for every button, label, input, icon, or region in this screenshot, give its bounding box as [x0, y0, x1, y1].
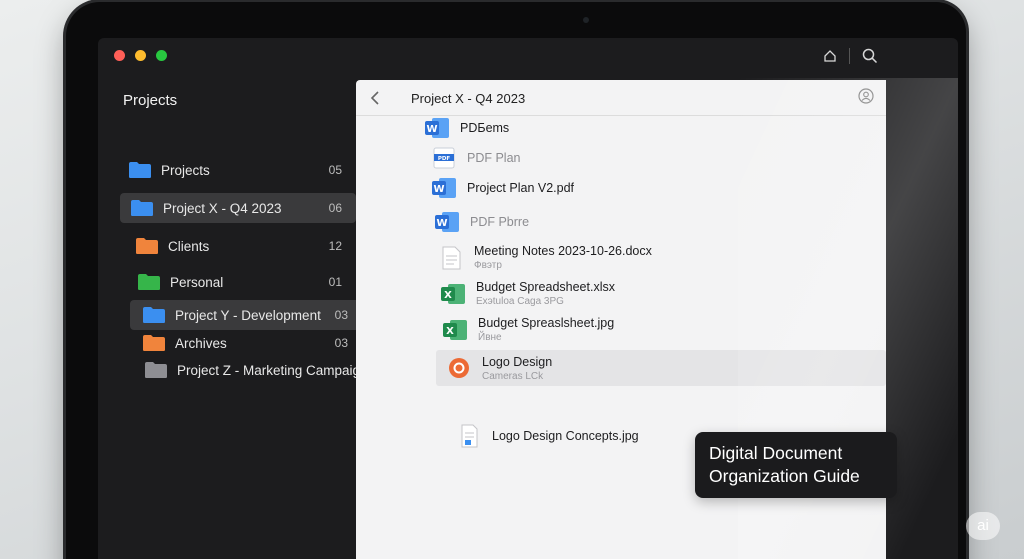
sidebar-item-clients[interactable]: Clients 12	[135, 231, 356, 261]
file-subtitle: Cameras LCk	[482, 370, 544, 382]
file-name: Budget Spreadsheet.xlsx	[476, 280, 615, 294]
file-name: Project Plan V2.pdf	[467, 181, 575, 195]
svg-text:W: W	[436, 218, 447, 229]
sidebar-item-label: Project Y - Development	[175, 307, 321, 323]
list-item[interactable]: X Budget Spreaslsheet.jpg Йвнe	[442, 316, 614, 343]
list-item[interactable]: W Project Plan V2.pdf	[431, 176, 574, 200]
blue-folder-icon	[129, 162, 151, 178]
sidebar-item-project-x[interactable]: Project X - Q4 2023 06	[120, 193, 356, 223]
list-item[interactable]: Logo Design Concepts.jpg	[456, 424, 639, 448]
sidebar-item-project-z[interactable]: Project Z - Marketing Campaign	[144, 355, 374, 385]
sidebar-item-label: Archives	[175, 335, 227, 351]
file-name: PDБems	[460, 121, 510, 135]
close-window-button[interactable]	[114, 50, 125, 61]
list-item[interactable]: X Budget Spreadsheet.xlsx Exэtuloa Caga …	[440, 280, 615, 307]
blue-folder-icon	[131, 200, 153, 216]
file-subtitle: Фвэтр	[474, 260, 502, 271]
sidebar-item-personal[interactable]: Personal 01	[137, 267, 356, 297]
logo-design-icon	[449, 358, 469, 378]
svg-text:PDF: PDF	[438, 156, 451, 162]
document-icon	[442, 246, 461, 269]
toolbar-icons	[823, 48, 878, 64]
ai-badge: ai	[966, 512, 1000, 540]
file-name: Meeting Notes 2023-10-26.docx	[474, 244, 652, 258]
word-icon: W	[435, 212, 459, 232]
guide-caption-line: Organization Guide	[709, 466, 860, 486]
chevron-left-icon[interactable]	[370, 90, 380, 111]
list-item[interactable]: W PDF Pbrre	[434, 210, 529, 234]
svg-text:X: X	[444, 290, 452, 301]
file-name: Budget Spreaslsheet.jpg	[478, 316, 615, 330]
list-item[interactable]: W PDБems	[424, 116, 509, 140]
sidebar-item-count: 12	[328, 239, 342, 253]
sidebar-item-count: 01	[328, 275, 342, 289]
orange-folder-icon	[143, 335, 165, 351]
pdf-icon: PDF	[433, 147, 455, 169]
file-name: Logo Design Concepts.jpg	[492, 429, 639, 443]
sidebar-item-count: 06	[328, 201, 342, 215]
excel-icon: X	[443, 319, 467, 340]
list-item-selected[interactable]: Logo Design Cameras LCk	[436, 350, 886, 386]
file-name: PDF Pbrre	[470, 215, 530, 229]
sidebar-item-projects[interactable]: Projects 05	[128, 155, 356, 185]
image-file-icon	[461, 424, 478, 448]
window-controls	[114, 50, 167, 61]
gray-folder-icon	[145, 362, 167, 378]
home-icon[interactable]	[823, 49, 837, 63]
file-name: PDF Plan	[467, 151, 521, 165]
file-subtitle: Exэtuloa Caga 3PG	[476, 296, 564, 307]
sidebar-item-label: Projects	[161, 162, 210, 178]
pane-title: Project X - Q4 2023	[411, 91, 526, 106]
sidebar-item-count: 05	[328, 163, 342, 177]
green-folder-icon	[138, 274, 160, 290]
zoom-window-button[interactable]	[156, 50, 167, 61]
user-icon[interactable]	[858, 88, 874, 109]
svg-text:W: W	[426, 124, 437, 135]
word-icon: W	[425, 118, 449, 138]
search-icon[interactable]	[862, 48, 878, 64]
sidebar-item-archives[interactable]: Archives 03	[142, 328, 362, 358]
sidebar-item-label: Personal	[170, 274, 224, 290]
sidebar-item-label: Clients	[168, 238, 210, 254]
blue-folder-icon	[143, 307, 165, 323]
sidebar: Projects Projects 05 Project X - Q4 2023…	[98, 78, 368, 559]
sidebar-item-label: Project X - Q4 2023	[163, 200, 282, 216]
word-icon: W	[432, 178, 456, 198]
toolbar-divider	[849, 48, 850, 64]
list-item[interactable]: PDF PDF Plan	[431, 146, 521, 170]
svg-text:X: X	[446, 326, 454, 337]
sidebar-item-label: Project Z - Marketing Campaign	[177, 362, 368, 378]
file-subtitle: Йвнe	[478, 332, 502, 343]
webcam	[583, 17, 589, 23]
sidebar-item-project-y[interactable]: Project Y - Development 03	[130, 300, 362, 330]
svg-text:W: W	[433, 184, 444, 195]
list-item[interactable]: Meeting Notes 2023-10-26.docx Фвэтр	[438, 244, 652, 271]
orange-folder-icon	[136, 238, 158, 254]
file-name: Logo Design	[482, 354, 553, 369]
guide-caption-line: Digital Document	[709, 443, 843, 463]
minimize-window-button[interactable]	[135, 50, 146, 61]
pane-header: Project X - Q4 2023	[356, 80, 886, 116]
sidebar-item-count: 03	[334, 308, 348, 322]
excel-icon: X	[441, 283, 465, 304]
sidebar-item-count: 03	[334, 336, 348, 350]
sidebar-title: Projects	[123, 92, 178, 109]
guide-caption-box: Digital Document Organization Guide	[695, 432, 897, 498]
